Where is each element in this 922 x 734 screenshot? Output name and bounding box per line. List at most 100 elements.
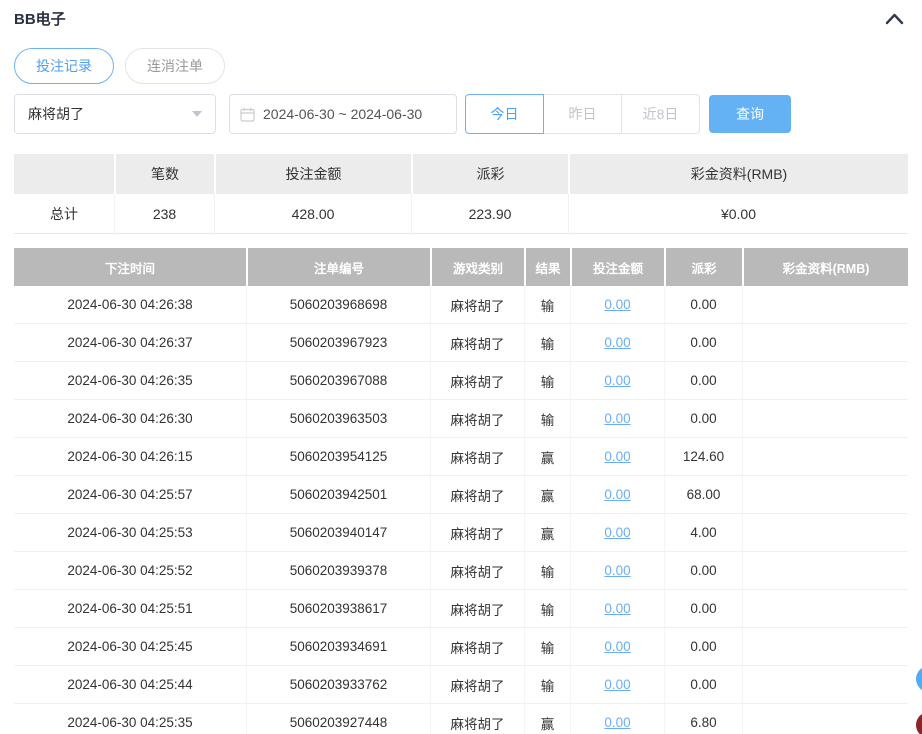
- detail-table-body: 2024-06-30 04:26:38 5060203968698 麻将胡了输 0.0…: [14, 286, 908, 734]
- bet-amount-link[interactable]: 0.00: [604, 411, 630, 426]
- game-type-cell: 麻将胡了: [430, 590, 524, 628]
- result-cell: 输: [524, 362, 570, 400]
- bet-amount-cell: 0.00: [570, 400, 664, 438]
- game-type-cell: 麻将胡了: [430, 324, 524, 362]
- chevron-up-icon: [885, 13, 904, 28]
- bet-amount-link[interactable]: 0.00: [604, 563, 630, 578]
- table-row: 2024-06-30 04:25:57 5060203942501 麻将胡了赢 0.0…: [14, 476, 908, 514]
- bet-amount-link[interactable]: 0.00: [604, 373, 630, 388]
- date-range-input[interactable]: 2024-06-30 ~ 2024-06-30: [229, 94, 457, 134]
- quick-range-group: 今日 昨日 近8日: [465, 94, 700, 134]
- order-id-cell: 5060203939378: [246, 552, 430, 590]
- payout-cell: 0.00: [664, 552, 742, 590]
- floating-button-blue[interactable]: [916, 666, 922, 692]
- summary-total-row: 总计 238 428.00 223.90 ¥0.00: [14, 194, 908, 234]
- bet-amount-cell: 0.00: [570, 286, 664, 324]
- result-cell: 输: [524, 666, 570, 704]
- bet-amount-cell: 0.00: [570, 628, 664, 666]
- bonus-cell: [742, 400, 908, 438]
- bet-amount-cell: 0.00: [570, 704, 664, 734]
- result-cell: 输: [524, 400, 570, 438]
- bet-time-cell: 2024-06-30 04:26:38: [14, 286, 246, 324]
- result-cell: 赢: [524, 704, 570, 734]
- game-type-cell: 麻将胡了: [430, 666, 524, 704]
- bet-amount-link[interactable]: 0.00: [604, 677, 630, 692]
- bet-time-cell: 2024-06-30 04:25:45: [14, 628, 246, 666]
- bet-time-cell: 2024-06-30 04:25:52: [14, 552, 246, 590]
- payout-cell: 4.00: [664, 514, 742, 552]
- bet-amount-cell: 0.00: [570, 324, 664, 362]
- payout-cell: 6.80: [664, 704, 742, 734]
- tab-bet-records[interactable]: 投注记录: [14, 48, 114, 84]
- payout-cell: 124.60: [664, 438, 742, 476]
- bet-amount-link[interactable]: 0.00: [604, 639, 630, 654]
- bet-amount-link[interactable]: 0.00: [604, 525, 630, 540]
- result-cell: 输: [524, 286, 570, 324]
- tab-cancelled-orders[interactable]: 连消注单: [125, 48, 225, 84]
- bet-amount-link[interactable]: 0.00: [604, 335, 630, 350]
- result-cell: 输: [524, 628, 570, 666]
- order-id-cell: 5060203942501: [246, 476, 430, 514]
- detail-header-cell: 游戏类别: [430, 248, 524, 286]
- floating-button-red[interactable]: [916, 712, 922, 734]
- date-range-value: 2024-06-30 ~ 2024-06-30: [263, 106, 423, 122]
- query-button[interactable]: 查询: [709, 95, 791, 133]
- quick-range-last-8-days[interactable]: 近8日: [621, 94, 700, 134]
- bet-amount-cell: 0.00: [570, 552, 664, 590]
- result-cell: 赢: [524, 514, 570, 552]
- bonus-cell: [742, 362, 908, 400]
- table-row: 2024-06-30 04:25:51 5060203938617 麻将胡了输 0.0…: [14, 590, 908, 628]
- order-id-cell: 5060203967923: [246, 324, 430, 362]
- detail-header-cell: 结果: [524, 248, 570, 286]
- game-select[interactable]: 麻将胡了: [14, 94, 216, 134]
- detail-header-cell: 投注金额: [570, 248, 664, 286]
- bet-amount-link[interactable]: 0.00: [604, 297, 630, 312]
- bet-amount-link[interactable]: 0.00: [604, 715, 630, 730]
- collapse-button[interactable]: [885, 12, 904, 25]
- detail-table: 下注时间 注单编号 游戏类别 结果 投注金额 派彩 彩金资料(RMB) 2024-06-30…: [14, 248, 908, 734]
- bonus-cell: [742, 628, 908, 666]
- bet-amount-link[interactable]: 0.00: [604, 487, 630, 502]
- summary-table: 笔数 投注金额 派彩 彩金资料(RMB) 总计 238 428.00 223.9…: [14, 154, 908, 234]
- bet-amount-cell: 0.00: [570, 476, 664, 514]
- game-type-cell: 麻将胡了: [430, 438, 524, 476]
- game-type-cell: 麻将胡了: [430, 514, 524, 552]
- table-row: 2024-06-30 04:25:52 5060203939378 麻将胡了输 0.0…: [14, 552, 908, 590]
- bet-time-cell: 2024-06-30 04:25:51: [14, 590, 246, 628]
- summary-total-bet-amount: 428.00: [214, 194, 411, 234]
- order-id-cell: 5060203927448: [246, 704, 430, 734]
- result-cell: 赢: [524, 476, 570, 514]
- bet-amount-cell: 0.00: [570, 362, 664, 400]
- summary-header-payout: 派彩: [411, 154, 568, 194]
- summary-total-label: 总计: [14, 194, 114, 234]
- summary-header-empty: [14, 154, 114, 194]
- bet-amount-link[interactable]: 0.00: [604, 601, 630, 616]
- order-id-cell: 5060203938617: [246, 590, 430, 628]
- bonus-cell: [742, 514, 908, 552]
- bet-amount-cell: 0.00: [570, 666, 664, 704]
- result-cell: 输: [524, 552, 570, 590]
- game-type-cell: 麻将胡了: [430, 286, 524, 324]
- table-row: 2024-06-30 04:26:15 5060203954125 麻将胡了赢 0.0…: [14, 438, 908, 476]
- result-cell: 输: [524, 324, 570, 362]
- order-id-cell: 5060203933762: [246, 666, 430, 704]
- calendar-icon: [240, 107, 255, 122]
- bet-time-cell: 2024-06-30 04:25:53: [14, 514, 246, 552]
- bet-records-panel: BB电子 投注记录 连消注单 麻将胡了 2024-06-30 ~ 2024-06…: [0, 0, 922, 734]
- quick-range-today[interactable]: 今日: [465, 94, 544, 134]
- game-select-value: 麻将胡了: [28, 106, 84, 122]
- payout-cell: 0.00: [664, 590, 742, 628]
- chevron-down-icon: [192, 111, 202, 117]
- summary-header-row: 笔数 投注金额 派彩 彩金资料(RMB): [14, 154, 908, 194]
- summary-total-count: 238: [114, 194, 214, 234]
- detail-header-cell: 下注时间: [14, 248, 246, 286]
- bonus-cell: [742, 704, 908, 734]
- summary-total-payout: 223.90: [411, 194, 568, 234]
- bonus-cell: [742, 666, 908, 704]
- order-id-cell: 5060203967088: [246, 362, 430, 400]
- payout-cell: 68.00: [664, 476, 742, 514]
- payout-cell: 0.00: [664, 666, 742, 704]
- table-row: 2024-06-30 04:25:44 5060203933762 麻将胡了输 0.0…: [14, 666, 908, 704]
- quick-range-yesterday[interactable]: 昨日: [543, 94, 622, 134]
- bet-amount-link[interactable]: 0.00: [604, 449, 630, 464]
